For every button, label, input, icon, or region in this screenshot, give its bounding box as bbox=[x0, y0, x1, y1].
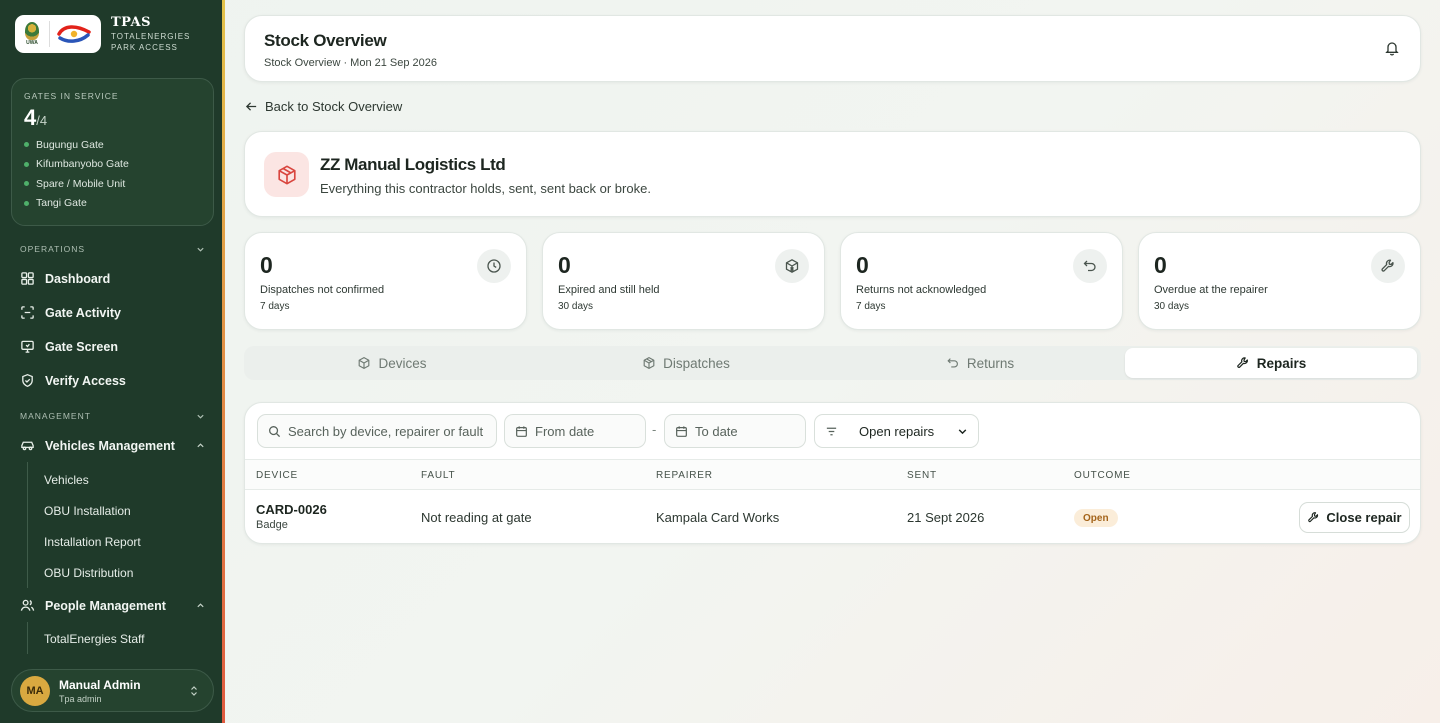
stat-card-dispatches: 0 Dispatches not confirmed 7 days bbox=[244, 232, 527, 330]
device-id: CARD-0026 bbox=[256, 502, 327, 517]
table-header: DEVICE FAULT REPAIRER SENT OUTCOME bbox=[245, 459, 1420, 490]
tab-repairs[interactable]: Repairs bbox=[1125, 348, 1417, 378]
nav-totalenergies-staff[interactable]: TotalEnergies Staff bbox=[44, 632, 145, 646]
monitor-icon bbox=[21, 340, 34, 353]
search-input[interactable]: Search by device, repairer or fault bbox=[257, 414, 497, 448]
stat-card-overdue: 0 Overdue at the repairer 30 days bbox=[1138, 232, 1421, 330]
contractor-description: Everything this contractor holds, sent, … bbox=[320, 181, 651, 196]
filter-icon bbox=[826, 427, 837, 435]
car-icon bbox=[21, 441, 34, 451]
gate-item: Tangi Gate bbox=[24, 194, 201, 214]
section-management[interactable]: MANAGEMENT bbox=[20, 411, 205, 421]
nav-obu-distribution[interactable]: OBU Distribution bbox=[44, 566, 133, 580]
gate-item: Bugungu Gate bbox=[24, 135, 201, 155]
user-name: Manual Admin bbox=[59, 677, 141, 692]
col-outcome: OUTCOME bbox=[1074, 470, 1131, 481]
gates-count: 4/4 bbox=[24, 105, 48, 130]
col-device: DEVICE bbox=[256, 470, 299, 481]
logo: UWA bbox=[15, 15, 101, 53]
nav-gate-activity[interactable]: Gate Activity bbox=[20, 305, 205, 320]
clock-icon bbox=[477, 249, 511, 283]
page-header: Stock Overview Stock Overview · Mon 21 S… bbox=[244, 15, 1421, 82]
user-role: Tpa admin bbox=[59, 693, 102, 704]
section-operations[interactable]: OPERATIONS bbox=[20, 244, 205, 254]
chevron-down-icon bbox=[958, 428, 967, 434]
scan-icon bbox=[21, 306, 34, 319]
tab-returns[interactable]: Returns bbox=[834, 348, 1126, 378]
chevron-down-icon bbox=[197, 247, 204, 252]
sidebar: UWA TPAS TOTALENERGIES PARK ACCESS GATES… bbox=[0, 0, 225, 723]
status-dot-icon bbox=[24, 200, 29, 206]
sent-cell: 21 Sept 2026 bbox=[907, 510, 985, 525]
calendar-icon bbox=[676, 425, 687, 437]
wrench-icon bbox=[1236, 357, 1248, 368]
users-icon bbox=[20, 599, 35, 611]
close-repair-button[interactable]: Close repair bbox=[1299, 502, 1410, 533]
status-dot-icon bbox=[24, 142, 29, 148]
col-sent: SENT bbox=[907, 470, 937, 481]
gate-item: Spare / Mobile Unit bbox=[24, 174, 201, 194]
calendar-icon bbox=[516, 425, 527, 437]
device-type: Badge bbox=[256, 519, 288, 531]
breadcrumb: Stock Overview · Mon 21 Sep 2026 bbox=[264, 57, 438, 69]
to-date-field[interactable]: To date bbox=[664, 414, 806, 448]
wrench-icon bbox=[1371, 249, 1405, 283]
status-filter-select[interactable]: Open repairs bbox=[814, 414, 979, 448]
undo-icon bbox=[1073, 249, 1107, 283]
fault-cell: Not reading at gate bbox=[421, 510, 532, 525]
contractor-card: ZZ Manual Logistics Ltd Everything this … bbox=[244, 131, 1421, 217]
stat-card-expired: 0 Expired and still held 30 days bbox=[542, 232, 825, 330]
from-date-field[interactable]: From date bbox=[504, 414, 646, 448]
chevron-down-icon bbox=[197, 414, 204, 419]
bell-icon[interactable] bbox=[1384, 40, 1400, 56]
chevrons-up-down-icon bbox=[191, 685, 197, 696]
nav-dashboard[interactable]: Dashboard bbox=[20, 271, 205, 286]
nav-installation-report[interactable]: Installation Report bbox=[44, 535, 141, 549]
nav-vehicles[interactable]: Vehicles bbox=[44, 473, 89, 487]
contractor-name: ZZ Manual Logistics Ltd bbox=[320, 155, 506, 174]
repairer-cell: Kampala Card Works bbox=[656, 510, 780, 525]
arrow-left-icon bbox=[245, 102, 257, 111]
page-title: Stock Overview bbox=[264, 31, 387, 50]
shield-check-icon bbox=[22, 373, 33, 388]
nav-verify-access[interactable]: Verify Access bbox=[20, 373, 205, 388]
box-icon bbox=[359, 357, 370, 369]
avatar: MA bbox=[20, 675, 50, 706]
search-icon bbox=[269, 425, 281, 437]
undo-icon bbox=[947, 358, 958, 368]
status-badge: Open bbox=[1074, 509, 1118, 527]
wrench-icon bbox=[1308, 512, 1319, 523]
totalenergies-logo-icon bbox=[56, 23, 92, 45]
nav-obu-installation[interactable]: OBU Installation bbox=[44, 504, 131, 518]
status-dot-icon bbox=[24, 161, 29, 167]
brand[interactable]: UWA TPAS TOTALENERGIES PARK ACCESS bbox=[15, 15, 190, 53]
back-link[interactable]: Back to Stock Overview bbox=[245, 99, 402, 114]
tab-dispatches[interactable]: Dispatches bbox=[540, 348, 832, 378]
chevron-up-icon bbox=[197, 443, 204, 448]
tabs: Devices Dispatches Returns Repairs bbox=[244, 346, 1421, 380]
nav-people-management[interactable]: People Management bbox=[20, 598, 205, 613]
brand-name: TPAS bbox=[111, 15, 151, 30]
nav-vehicles-management[interactable]: Vehicles Management bbox=[20, 438, 205, 453]
grid-icon bbox=[21, 272, 34, 285]
tab-devices[interactable]: Devices bbox=[246, 348, 538, 378]
repairs-table-card: Search by device, repairer or fault From… bbox=[244, 402, 1421, 544]
user-menu[interactable]: MA Manual Admin Tpa admin bbox=[11, 669, 214, 712]
col-repairer: REPAIRER bbox=[656, 470, 713, 481]
package-icon bbox=[264, 152, 309, 197]
uwa-logo-icon: UWA bbox=[21, 20, 43, 48]
package-icon bbox=[643, 357, 655, 369]
chevron-up-icon bbox=[197, 603, 204, 608]
package-x-icon bbox=[775, 249, 809, 283]
nav-gate-screen[interactable]: Gate Screen bbox=[20, 339, 205, 354]
date-range-separator: - bbox=[652, 422, 657, 437]
col-fault: FAULT bbox=[421, 470, 456, 481]
stat-card-returns: 0 Returns not acknowledged 7 days bbox=[840, 232, 1123, 330]
gates-in-service-panel: GATES IN SERVICE 4/4 Bugungu Gate Kifumb… bbox=[11, 78, 214, 226]
status-dot-icon bbox=[24, 181, 29, 187]
gate-item: Kifumbanyobo Gate bbox=[24, 155, 201, 175]
